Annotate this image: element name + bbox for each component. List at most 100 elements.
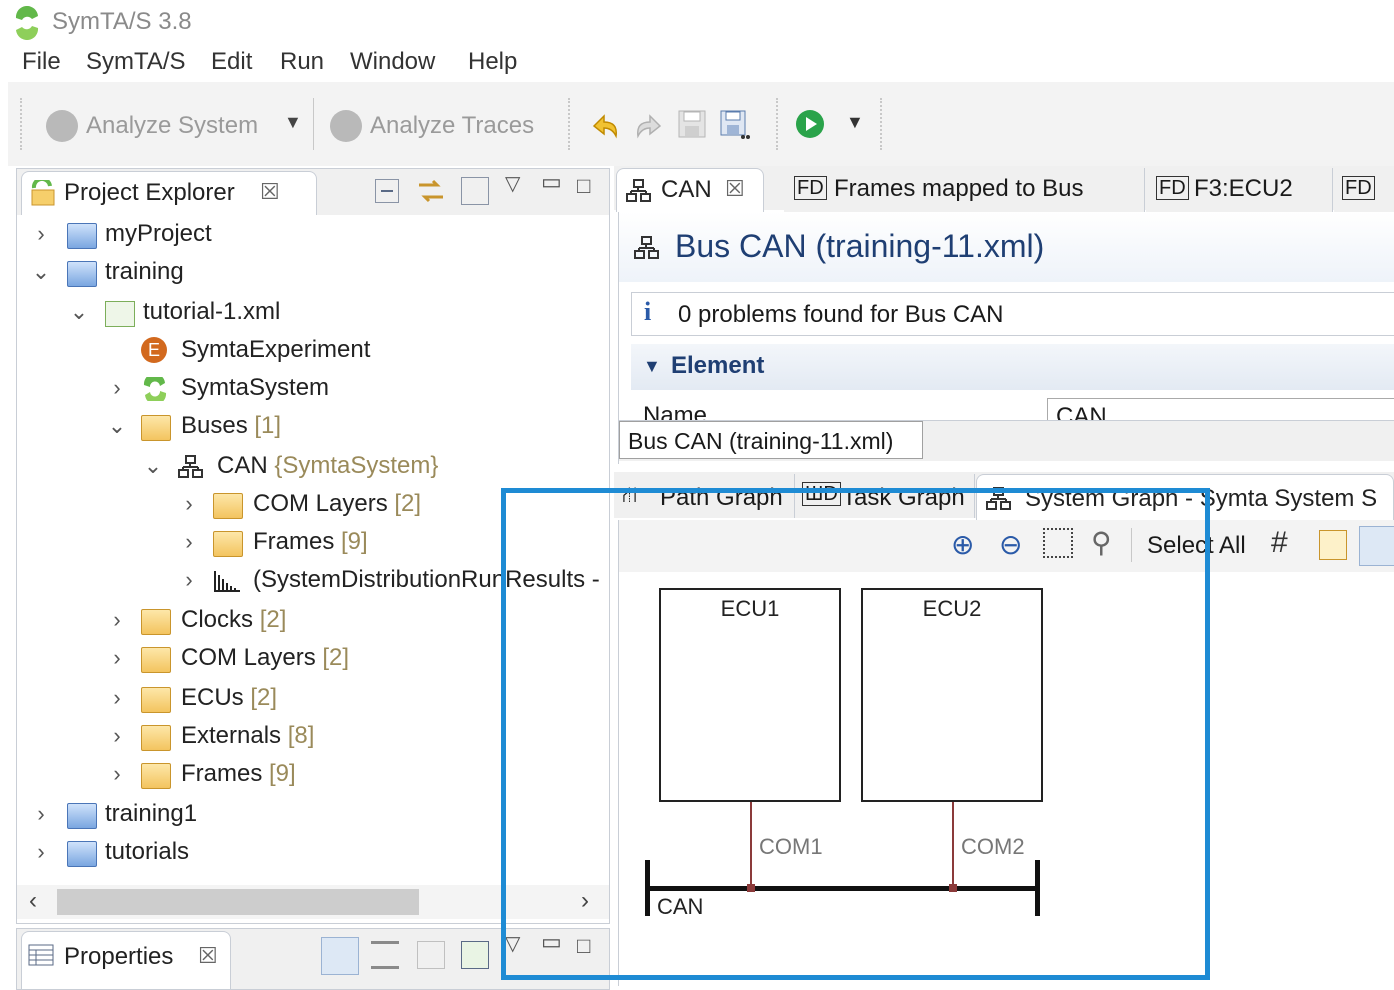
grid-icon[interactable]: # xyxy=(1271,526,1288,560)
analyze-system-button[interactable]: Analyze System xyxy=(86,112,258,140)
close-icon[interactable]: ☒ xyxy=(725,176,745,202)
zoom-fit-icon[interactable] xyxy=(1043,528,1073,558)
toolbar-grip xyxy=(20,98,22,150)
run-icon[interactable] xyxy=(794,108,826,140)
chevron-right-icon[interactable]: › xyxy=(31,839,51,865)
menu-edit[interactable]: Edit xyxy=(211,48,252,76)
project-folder-icon xyxy=(67,841,97,867)
tab-project-explorer[interactable]: Project Explorer ☒ xyxy=(21,171,317,215)
frame-icon: FD xyxy=(1342,176,1375,200)
tab-task-graph[interactable]: ШD Task Graph xyxy=(796,474,975,518)
name-input[interactable]: CAN xyxy=(1047,398,1394,420)
bus-label: CAN xyxy=(657,894,704,919)
chevron-right-icon[interactable]: › xyxy=(31,221,51,247)
maximize-icon[interactable]: □ xyxy=(577,933,590,959)
title-bar: SymTA/S 3.8 xyxy=(0,0,1394,46)
properties-icon xyxy=(28,944,54,966)
undo-icon[interactable] xyxy=(588,108,622,142)
show-advanced-icon[interactable] xyxy=(371,941,399,969)
folder-icon xyxy=(141,725,171,751)
analyze-system-icon xyxy=(46,110,78,142)
task-graph-icon: ШD xyxy=(802,482,841,506)
collapse-all-icon[interactable] xyxy=(375,179,399,203)
toolbar-separator xyxy=(313,98,314,150)
tab-path-graph[interactable]: ⛙ Path Graph xyxy=(618,474,795,518)
menu-file[interactable]: File xyxy=(22,48,61,76)
tab-overflow[interactable]: FD xyxy=(1334,168,1394,212)
bus-icon xyxy=(986,487,1011,510)
minimize-icon[interactable]: ▭ xyxy=(541,929,562,955)
save-all-icon[interactable] xyxy=(718,108,754,142)
folder-icon xyxy=(141,415,171,441)
restore-default-icon[interactable] xyxy=(461,941,489,969)
chevron-down-icon[interactable]: ⌄ xyxy=(69,299,89,325)
toolbar-grip xyxy=(776,98,778,150)
zoom-in-icon[interactable]: ⊕ xyxy=(951,528,974,561)
minimize-icon[interactable]: ▭ xyxy=(541,169,562,195)
chevron-right-icon[interactable]: › xyxy=(107,723,127,749)
chevron-right-icon[interactable]: › xyxy=(107,761,127,787)
tooltip-strip: Bus CAN (training-11.xml) xyxy=(619,420,1394,461)
filter-icon[interactable] xyxy=(417,941,445,969)
tooltip-text: Bus CAN (training-11.xml) xyxy=(628,428,894,454)
horizontal-scrollbar[interactable]: ‹ › xyxy=(17,885,609,919)
save-icon[interactable] xyxy=(676,108,708,140)
folder-icon xyxy=(141,763,171,789)
tab-f3-ecu2[interactable]: FD F3:ECU2 xyxy=(1146,168,1333,212)
histogram-icon xyxy=(214,571,240,592)
chevron-down-icon[interactable]: ▼ xyxy=(643,356,661,377)
com-link-label: COM1 xyxy=(759,834,823,859)
scroll-right-icon[interactable]: › xyxy=(581,887,589,915)
symtas-logo-icon xyxy=(15,6,39,40)
search-icon[interactable]: ⚲ xyxy=(1091,526,1112,559)
chevron-right-icon[interactable]: › xyxy=(179,529,199,555)
view-menu-icon[interactable]: ▽ xyxy=(505,171,520,196)
tab-can-editor[interactable]: CAN ☒ xyxy=(616,168,764,212)
menu-run[interactable]: Run xyxy=(280,48,324,76)
chevron-right-icon[interactable]: › xyxy=(31,801,51,827)
analyze-system-dropdown-icon[interactable]: ▼ xyxy=(284,112,302,133)
run-dropdown-icon[interactable]: ▼ xyxy=(846,112,864,133)
section-element-header[interactable]: ▼ Element xyxy=(631,344,1394,390)
chevron-right-icon[interactable]: › xyxy=(179,567,199,593)
select-all-button[interactable]: Select All xyxy=(1147,532,1246,560)
close-icon[interactable]: ☒ xyxy=(260,179,280,205)
symta-system-icon xyxy=(143,377,167,401)
tab-system-graph[interactable]: System Graph - Symta System S xyxy=(976,474,1394,520)
project-folder-icon xyxy=(67,261,97,287)
bus-connection-dot xyxy=(949,884,957,892)
chevron-down-icon[interactable]: ⌄ xyxy=(31,259,51,285)
bus-icon xyxy=(626,179,651,202)
view-menu-icon[interactable]: ▽ xyxy=(505,931,520,956)
show-categories-icon[interactable] xyxy=(321,937,359,975)
export-icon[interactable] xyxy=(1319,530,1347,560)
tab-frames-mapped[interactable]: FD Frames mapped to Bus xyxy=(784,168,1145,212)
analyze-traces-button[interactable]: Analyze Traces xyxy=(370,112,534,140)
bus-end-cap xyxy=(1035,860,1040,916)
view-filter-icon[interactable] xyxy=(461,177,489,205)
bus-connection-dot xyxy=(747,884,755,892)
scroll-left-icon[interactable]: ‹ xyxy=(29,887,37,915)
menu-symtas[interactable]: SymTA/S xyxy=(86,48,186,76)
chevron-right-icon[interactable]: › xyxy=(107,685,127,711)
menu-window[interactable]: Window xyxy=(350,48,435,76)
chevron-right-icon[interactable]: › xyxy=(107,375,127,401)
close-icon[interactable]: ☒ xyxy=(198,943,218,969)
ecu-node[interactable]: ECU2 xyxy=(861,588,1043,802)
link-with-editor-icon[interactable] xyxy=(415,175,447,207)
scrollbar-thumb[interactable] xyxy=(57,889,419,915)
maximize-icon[interactable]: □ xyxy=(577,173,590,199)
redo-icon[interactable] xyxy=(632,108,666,142)
chevron-right-icon[interactable]: › xyxy=(107,645,127,671)
chevron-right-icon[interactable]: › xyxy=(107,607,127,633)
ecu-node[interactable]: ECU1 xyxy=(659,588,841,802)
can-bus-line[interactable] xyxy=(647,886,1039,891)
zoom-out-icon[interactable]: ⊖ xyxy=(999,528,1022,561)
chevron-right-icon[interactable]: › xyxy=(179,491,199,517)
chevron-down-icon[interactable]: ⌄ xyxy=(143,453,163,479)
chevron-down-icon[interactable]: ⌄ xyxy=(107,413,127,439)
menu-help[interactable]: Help xyxy=(468,48,517,76)
problems-bar: i 0 problems found for Bus CAN xyxy=(631,292,1394,336)
tab-properties[interactable]: Properties ☒ xyxy=(21,931,231,989)
layout-icon[interactable] xyxy=(1359,526,1394,566)
